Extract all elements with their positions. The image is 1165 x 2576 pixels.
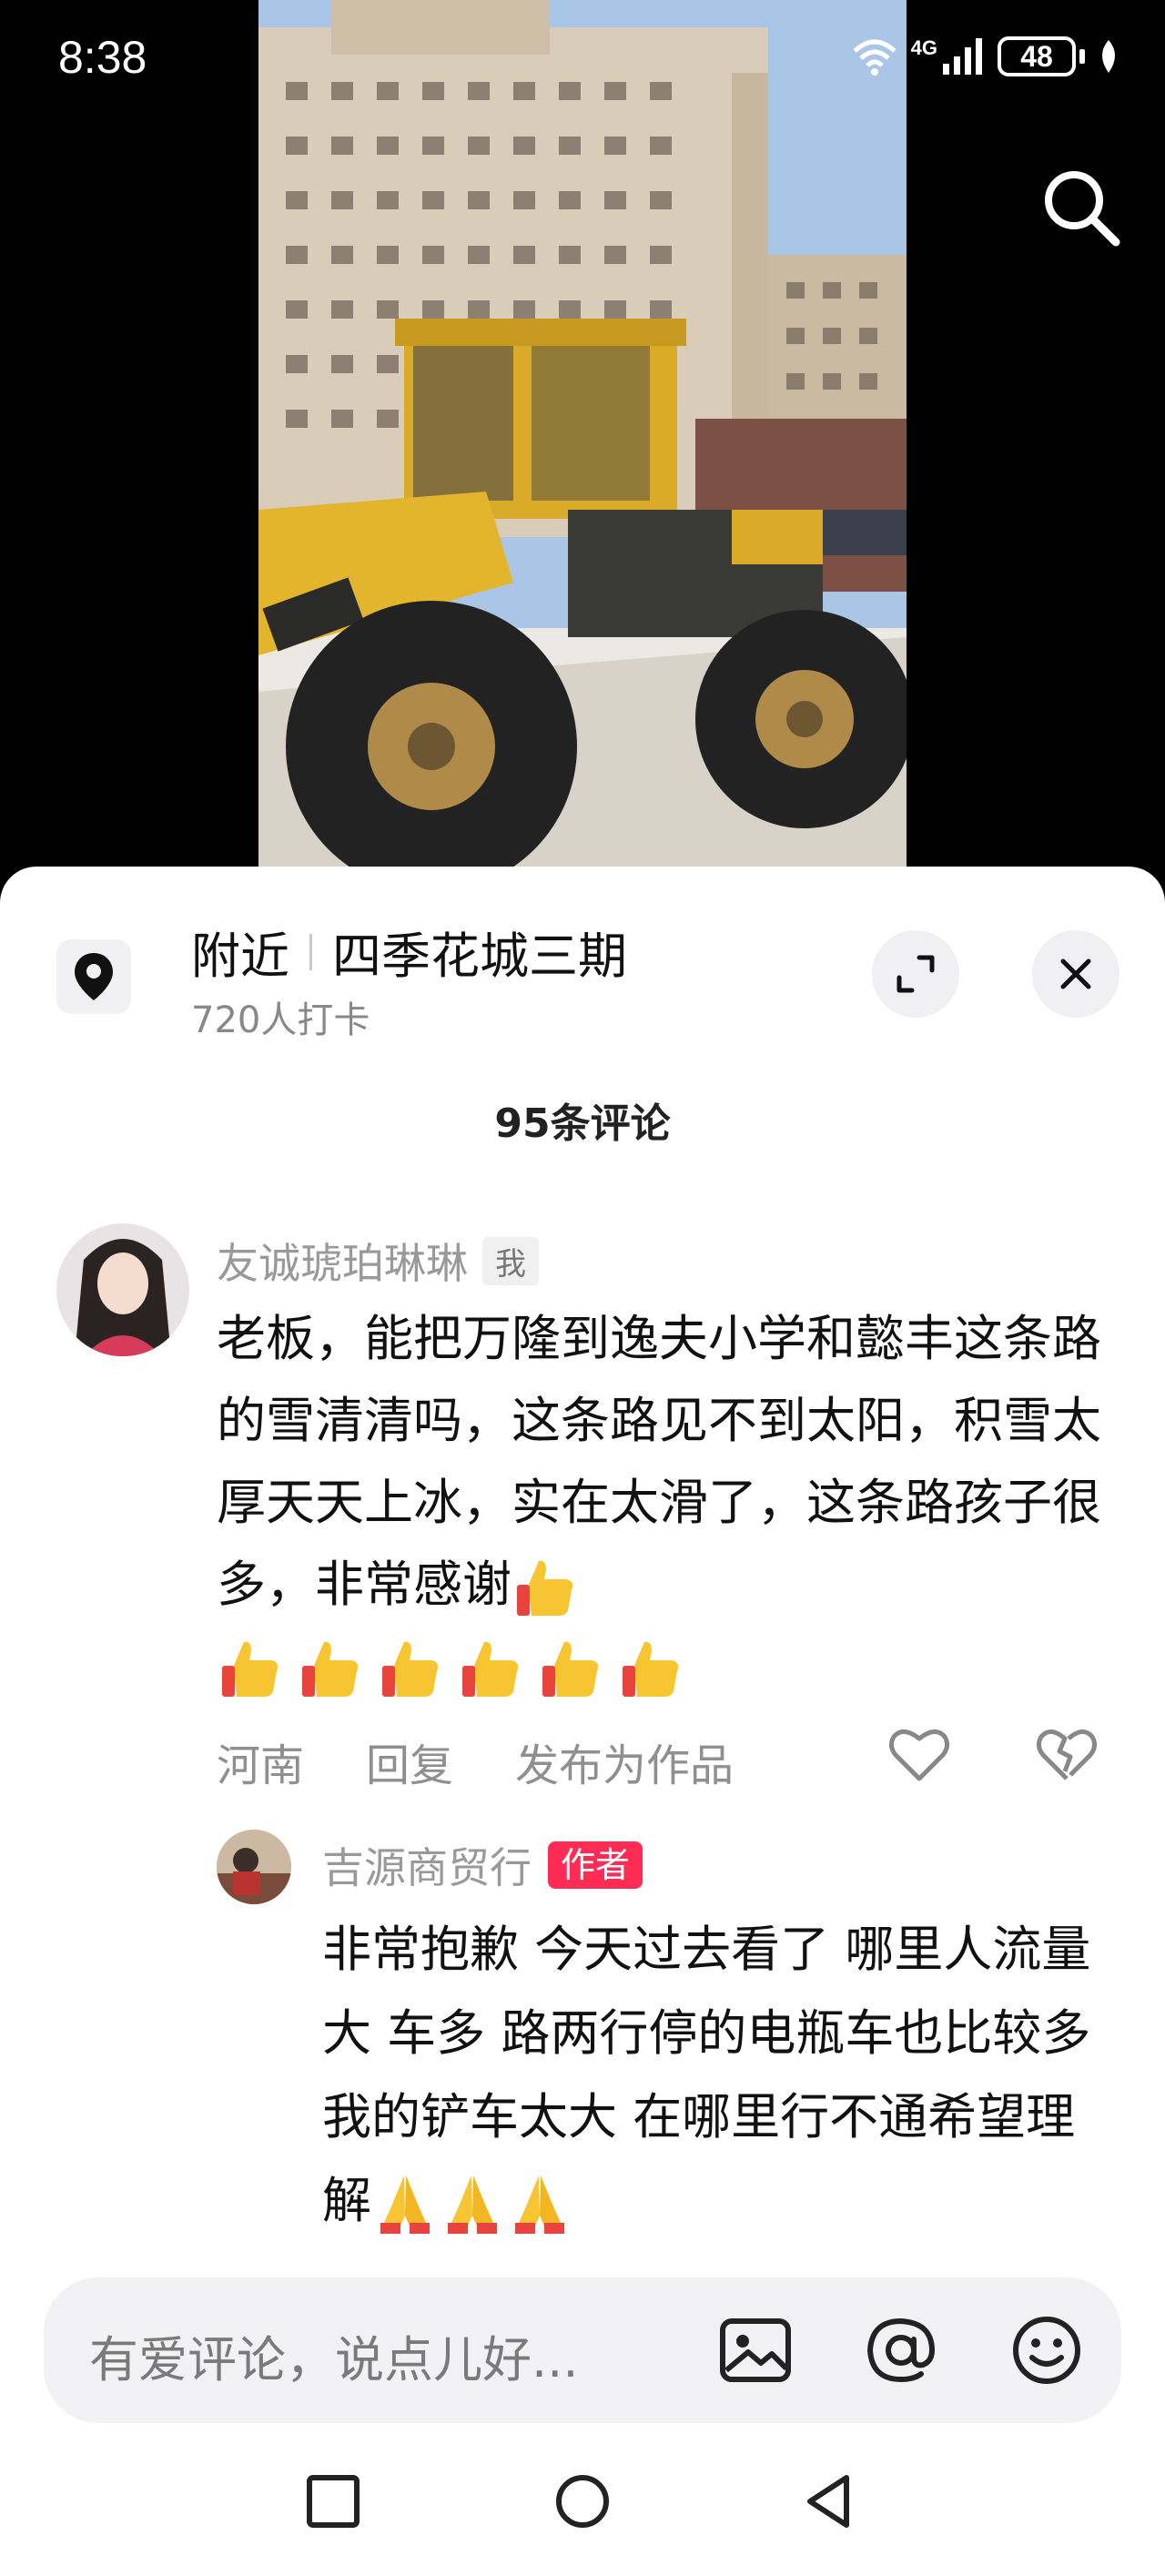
me-badge: 我 [482,1236,539,1285]
reply-link[interactable]: 回复 [366,1729,453,1793]
reply-avatar-image [217,1830,291,1904]
leaf-icon [1102,40,1115,73]
status-icons: 4G 48 [851,36,1119,76]
publish-as-post-link[interactable]: 发布为作品 [515,1729,734,1793]
location-pin-icon [75,953,113,1000]
comment-text-block: 老板，能把万隆到逸夫小学和懿丰这条路的雪清清吗，这条路见不到太阳，积雪太厚天天上… [217,1298,1118,1702]
emoji-smile-icon[interactable] [1008,2312,1085,2388]
comment-actions: 河南 回复 发布为作品 [217,1729,734,1793]
expand-icon [897,955,935,993]
comment-text: 老板，能把万隆到逸夫小学和懿丰这条路的雪清清吗，这条路见不到太阳，积雪太厚天天上… [217,1310,1101,1613]
comment-input[interactable]: 有爱评论，说点儿好... [44,2277,1121,2423]
thumbs-up-icon [542,1641,599,1697]
dislike-broken-heart-icon[interactable] [1034,1722,1099,1788]
comment-region: 河南 [217,1740,305,1791]
video-frame-image [258,0,907,867]
avatar[interactable] [56,1223,189,1356]
location-icon-box [56,939,131,1014]
reply-username[interactable]: 吉源商贸行 [322,1835,532,1895]
video-player[interactable] [258,0,907,867]
recent-apps-icon[interactable] [304,2472,362,2530]
reply-header: 吉源商贸行 作者 [322,1835,643,1895]
thumbs-up-icon [302,1641,359,1697]
mention-icon[interactable] [863,2312,939,2388]
reply-text-block: 非常抱歉 今天过去看了 哪里人流量大 车多 路两行停的电瓶车也比较多 我的铲车太… [322,1908,1123,2243]
signal-icon [943,38,982,75]
close-button[interactable] [1032,930,1119,1018]
battery-level: 48 [1020,39,1053,73]
pray-hands-icon [448,2175,497,2235]
pray-hands-icon [380,2175,430,2235]
status-time: 8:38 [58,32,147,83]
search-icon[interactable] [1038,164,1125,251]
expand-button[interactable] [872,930,959,1018]
location-title: 附近 四季花城三期 [191,916,627,988]
pray-hands-icon [515,2175,564,2235]
system-nav-bar [0,2414,1165,2576]
back-icon[interactable] [799,2472,857,2530]
comment-header: 友诚琥珀琳琳 我 [217,1231,539,1291]
author-badge: 作者 [548,1841,643,1889]
location-checkins: 720人打卡 [191,999,370,1041]
comment-username[interactable]: 友诚琥珀琳琳 [217,1231,468,1291]
location-divider [309,933,312,970]
network-type-label: 4G [910,36,937,59]
like-heart-icon[interactable] [886,1722,952,1788]
location-place: 四季花城三期 [332,928,627,985]
thumbs-up-icon [623,1641,679,1697]
thumbs-up-icon [382,1641,439,1697]
thumbs-up-icon [462,1641,519,1697]
status-bar: 8:38 4G 48 [0,0,1165,127]
thumbs-up-icon [222,1641,279,1697]
comments-panel: 附近 四季花城三期 720人打卡 95条评论 友诚琥珀琳琳 我 老板，能把万隆到… [0,867,1165,2576]
close-icon [1060,958,1091,989]
comment-input-placeholder: 有爱评论，说点儿好... [89,2331,579,2388]
thumbs-up-row [217,1635,1118,1702]
battery-indicator: 48 [998,36,1076,76]
battery-nub [1079,49,1085,64]
avatar-image [56,1223,189,1356]
location-label: 附近 [191,928,289,985]
thumbs-up-icon [517,1561,573,1617]
wifi-icon [852,39,897,76]
home-icon[interactable] [553,2472,612,2530]
reply-avatar[interactable] [217,1830,291,1904]
location-header[interactable]: 附近 四季花城三期 720人打卡 [0,867,1165,1049]
image-icon[interactable] [717,2312,794,2388]
comment-count: 95条评论 [494,1100,671,1147]
